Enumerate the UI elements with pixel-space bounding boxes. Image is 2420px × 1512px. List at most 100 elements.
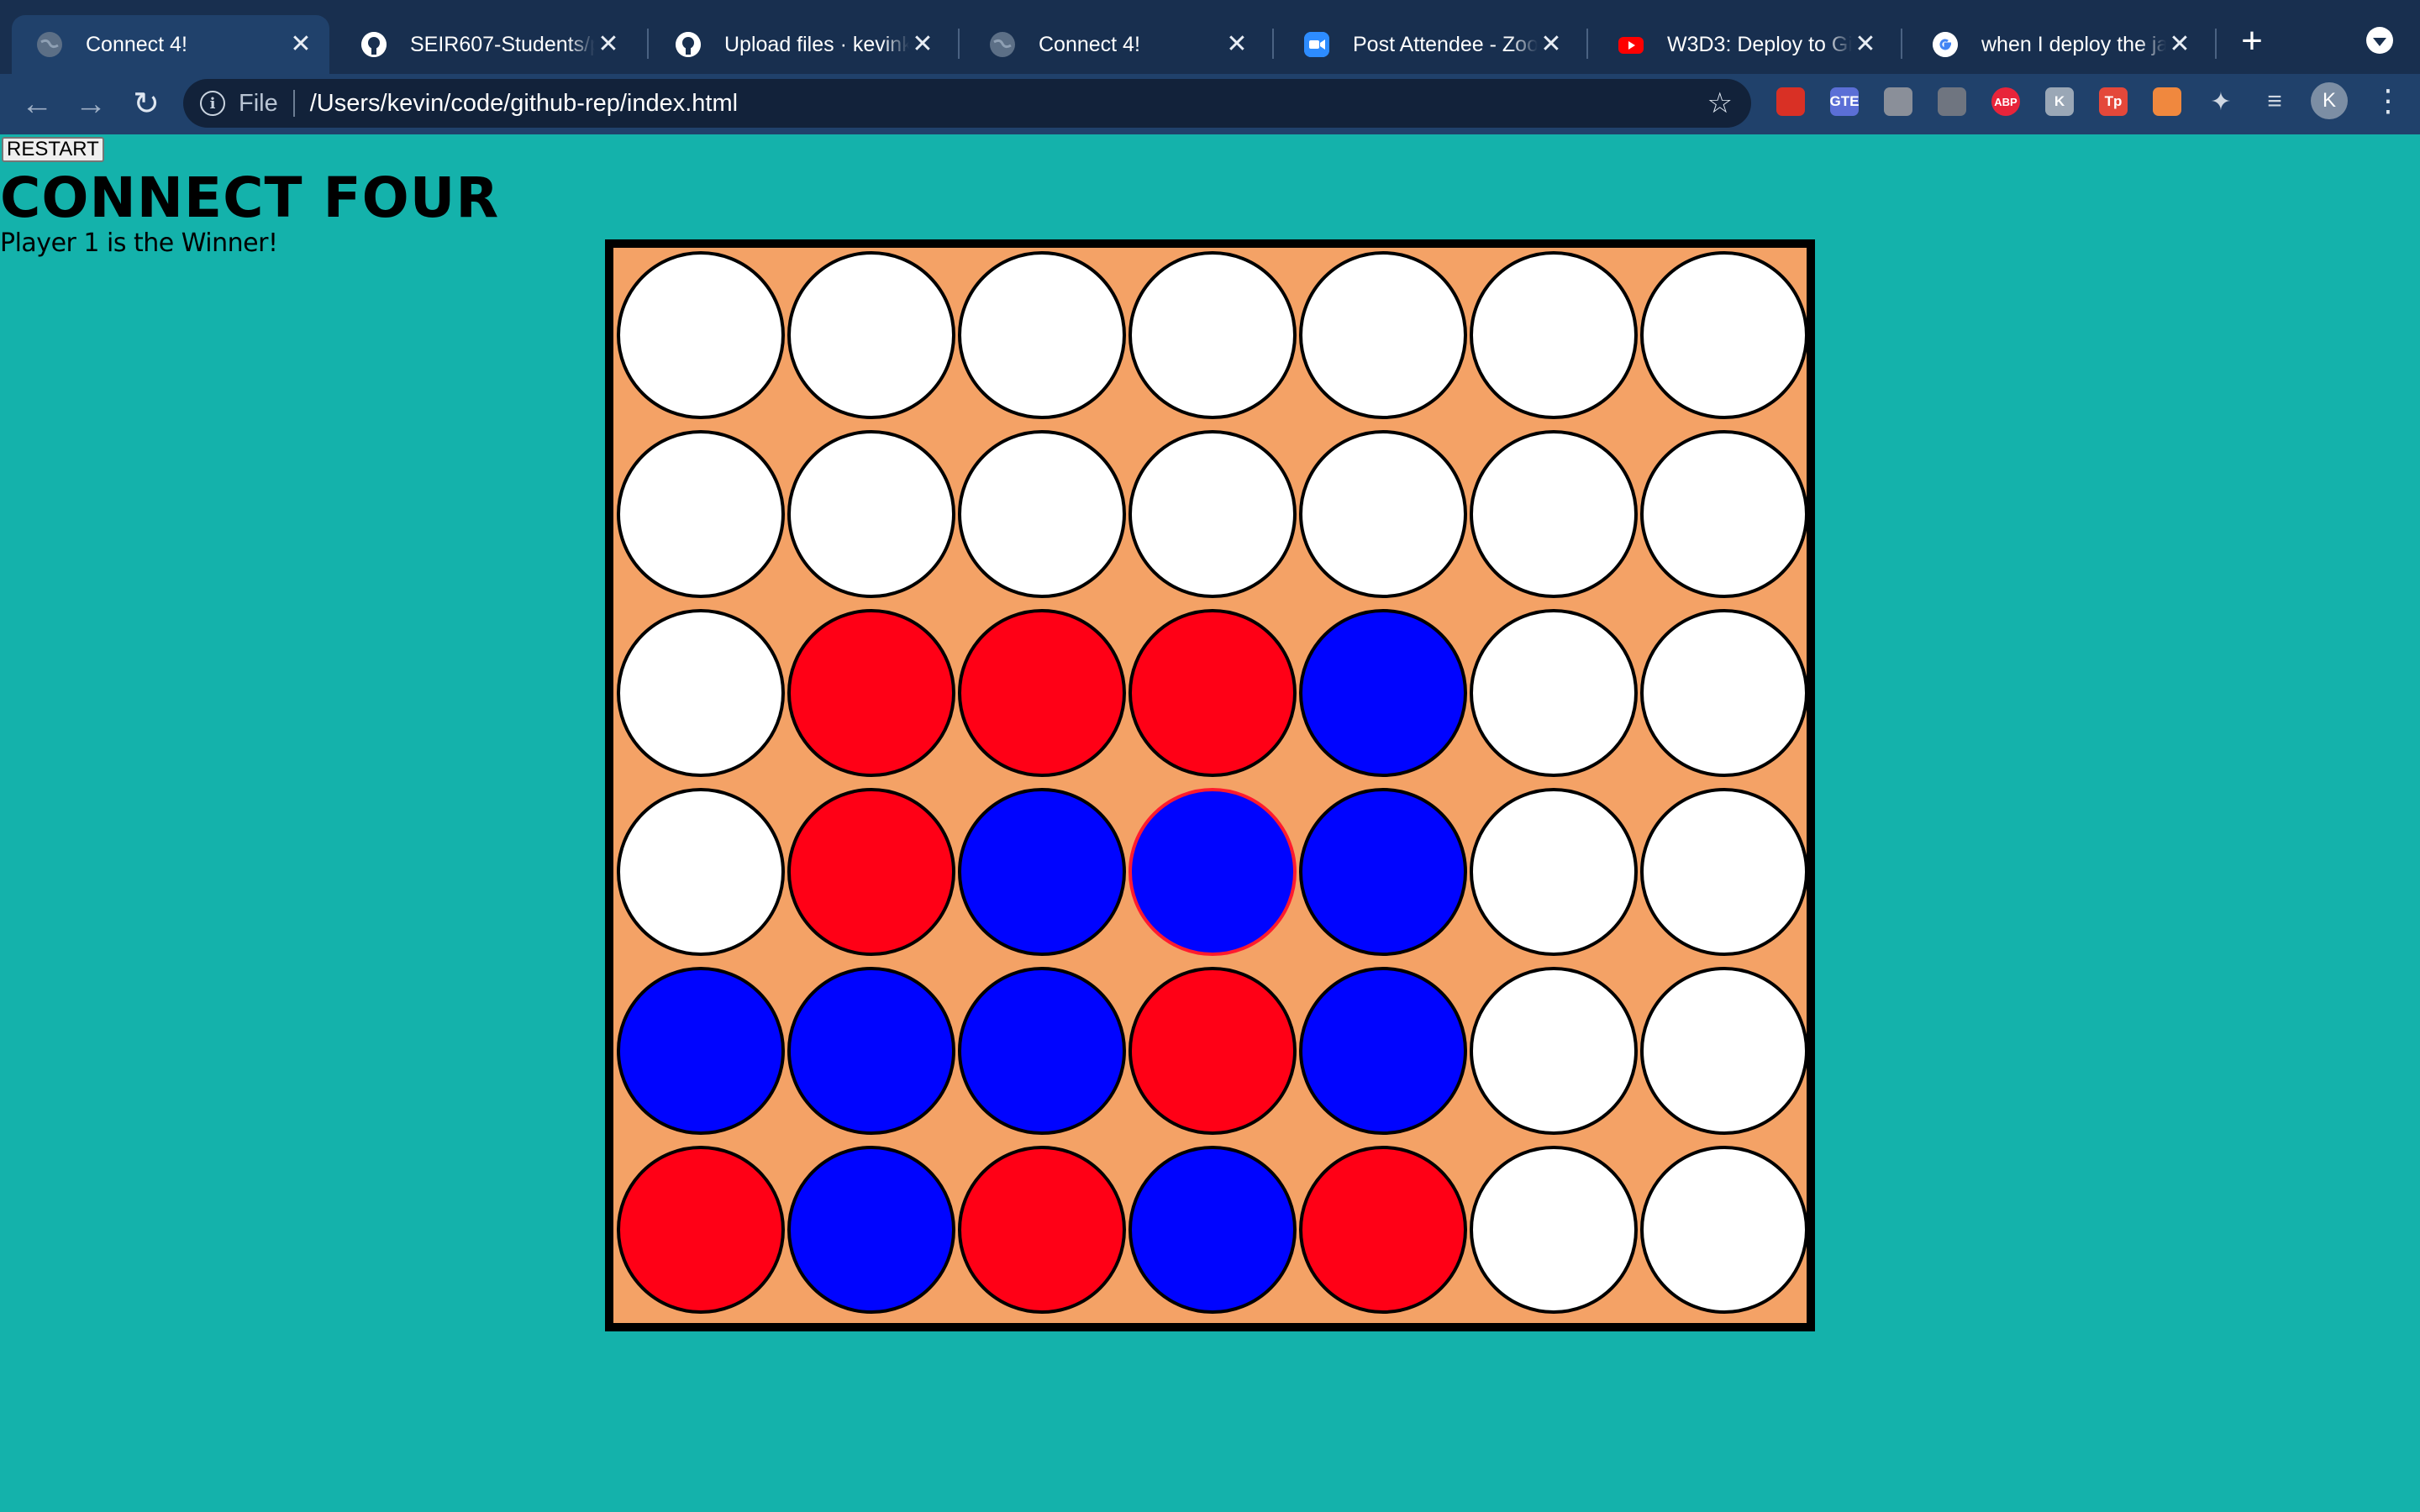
address-scheme-label: File — [239, 89, 278, 117]
board-cell[interactable] — [958, 788, 1126, 956]
board-cell[interactable] — [958, 251, 1126, 419]
tab-separator — [2215, 29, 2217, 59]
github-icon — [361, 32, 387, 57]
close-tab-icon[interactable]: ✕ — [595, 32, 622, 57]
board-cell[interactable] — [1299, 430, 1467, 598]
gmail-extension-icon[interactable] — [1776, 87, 1805, 116]
browser-tab-connect4-2[interactable]: Connect 4! ✕ — [965, 15, 1265, 74]
media-queue-icon[interactable]: ≡ — [2260, 87, 2289, 116]
board-cell[interactable] — [617, 1146, 785, 1314]
board-cell[interactable] — [1128, 251, 1297, 419]
close-tab-icon[interactable]: ✕ — [1538, 32, 1565, 57]
board-cell[interactable] — [1128, 1146, 1297, 1314]
tab-separator — [958, 29, 960, 59]
board-cell[interactable] — [617, 430, 785, 598]
puzzle-extension-icon[interactable]: ✦ — [2207, 87, 2235, 116]
tab-separator — [1586, 29, 1588, 59]
profile-avatar[interactable]: K — [2311, 82, 2348, 119]
close-tab-icon[interactable]: ✕ — [287, 32, 314, 57]
reload-icon[interactable]: ↻ — [124, 82, 168, 126]
tab-title: SEIR607-Students/pr — [410, 32, 595, 56]
board-cell[interactable] — [1128, 967, 1297, 1135]
board-cell[interactable] — [787, 251, 955, 419]
board-cell[interactable] — [617, 788, 785, 956]
board-cell[interactable] — [958, 967, 1126, 1135]
board-cell[interactable] — [617, 967, 785, 1135]
board-cell[interactable] — [1640, 430, 1808, 598]
board-cell[interactable] — [1299, 251, 1467, 419]
board-cell[interactable] — [1299, 788, 1467, 956]
board-cell[interactable] — [1640, 251, 1808, 419]
board-cell[interactable] — [1470, 1146, 1638, 1314]
address-url[interactable]: /Users/kevin/code/github-rep/index.html — [310, 90, 1707, 118]
ninja-extension-icon[interactable] — [1938, 87, 1966, 116]
board-cell[interactable] — [787, 1146, 955, 1314]
board-cell[interactable] — [1470, 967, 1638, 1135]
browser-tab-seir607[interactable]: SEIR607-Students/pr ✕ — [336, 15, 637, 74]
tab-title: Connect 4! — [1039, 32, 1140, 56]
board-cell[interactable] — [787, 430, 955, 598]
board-cell[interactable] — [1470, 609, 1638, 777]
tab-search-chevron-icon[interactable] — [2366, 27, 2393, 54]
adblock-extension-icon[interactable]: ABP — [1991, 87, 2020, 116]
board-cell[interactable] — [617, 609, 785, 777]
browser-tab-zoom[interactable]: Post Attendee - Zoom ✕ — [1279, 15, 1580, 74]
tab-separator — [1272, 29, 1274, 59]
board-cell[interactable] — [958, 609, 1126, 777]
address-divider — [292, 90, 295, 117]
board-cell[interactable] — [958, 430, 1126, 598]
browser-tab-connect4[interactable]: Connect 4! ✕ — [12, 15, 329, 74]
board-cell[interactable] — [787, 967, 955, 1135]
forward-arrow-icon[interactable]: → — [69, 82, 113, 126]
globe-icon — [990, 32, 1015, 57]
honey-extension-icon[interactable] — [2153, 87, 2181, 116]
browser-tab-upload-files[interactable]: Upload files · kevinka ✕ — [650, 15, 951, 74]
board-cell[interactable] — [617, 251, 785, 419]
browser-tab-youtube[interactable]: W3D3: Deploy to GitH ✕ — [1593, 15, 1894, 74]
tab-title: Upload files · kevinka — [724, 32, 909, 56]
browser-tab-strip: Connect 4! ✕ SEIR607-Students/pr ✕ Uploa… — [0, 0, 2420, 74]
globe-icon — [37, 32, 62, 57]
browser-tab-google[interactable]: when I deploy the java ✕ — [1907, 15, 2208, 74]
board-cell[interactable] — [1470, 788, 1638, 956]
board-cell[interactable] — [1299, 1146, 1467, 1314]
page-title: CONNECT FOUR — [0, 165, 500, 230]
board-cell[interactable] — [958, 1146, 1126, 1314]
close-tab-icon[interactable]: ✕ — [909, 32, 936, 57]
gte-extension-icon[interactable]: GTE — [1830, 87, 1859, 116]
tab-title: W3D3: Deploy to GitH — [1667, 32, 1852, 56]
back-arrow-icon[interactable]: ← — [15, 82, 59, 126]
owl-extension-icon[interactable] — [1884, 87, 1912, 116]
board-cell[interactable] — [1640, 609, 1808, 777]
board-cell[interactable] — [1640, 1146, 1808, 1314]
board-cell[interactable] — [787, 609, 955, 777]
close-tab-icon[interactable]: ✕ — [1223, 32, 1250, 57]
board-cell[interactable] — [1299, 609, 1467, 777]
board-cell[interactable] — [1128, 609, 1297, 777]
browser-menu-icon[interactable]: ⋮ — [2373, 82, 2403, 119]
tab-title: when I deploy the java — [1981, 32, 2166, 56]
tab-separator — [1901, 29, 1902, 59]
address-bar[interactable]: i File /Users/kevin/code/github-rep/inde… — [183, 79, 1751, 128]
board-cell[interactable] — [1128, 788, 1297, 956]
k-extension-icon[interactable]: K — [2045, 87, 2074, 116]
board-cell[interactable] — [787, 788, 955, 956]
board-cell[interactable] — [1128, 430, 1297, 598]
tab-title: Post Attendee - Zoom — [1353, 32, 1538, 56]
close-tab-icon[interactable]: ✕ — [2166, 32, 2193, 57]
winner-status: Player 1 is the Winner! — [0, 228, 278, 258]
site-info-icon[interactable]: i — [200, 91, 225, 116]
close-tab-icon[interactable]: ✕ — [1852, 32, 1879, 57]
bookmark-star-icon[interactable]: ☆ — [1707, 87, 1733, 120]
board-cell[interactable] — [1640, 788, 1808, 956]
board-cell[interactable] — [1299, 967, 1467, 1135]
game-board — [605, 239, 1815, 1331]
zoom-icon — [1304, 32, 1329, 57]
restart-button[interactable]: RESTART — [2, 137, 104, 162]
new-tab-plus-icon[interactable]: + — [2233, 20, 2270, 64]
youtube-icon — [1618, 32, 1644, 57]
board-cell[interactable] — [1640, 967, 1808, 1135]
board-cell[interactable] — [1470, 251, 1638, 419]
tp-extension-icon[interactable]: Tp — [2099, 87, 2128, 116]
board-cell[interactable] — [1470, 430, 1638, 598]
